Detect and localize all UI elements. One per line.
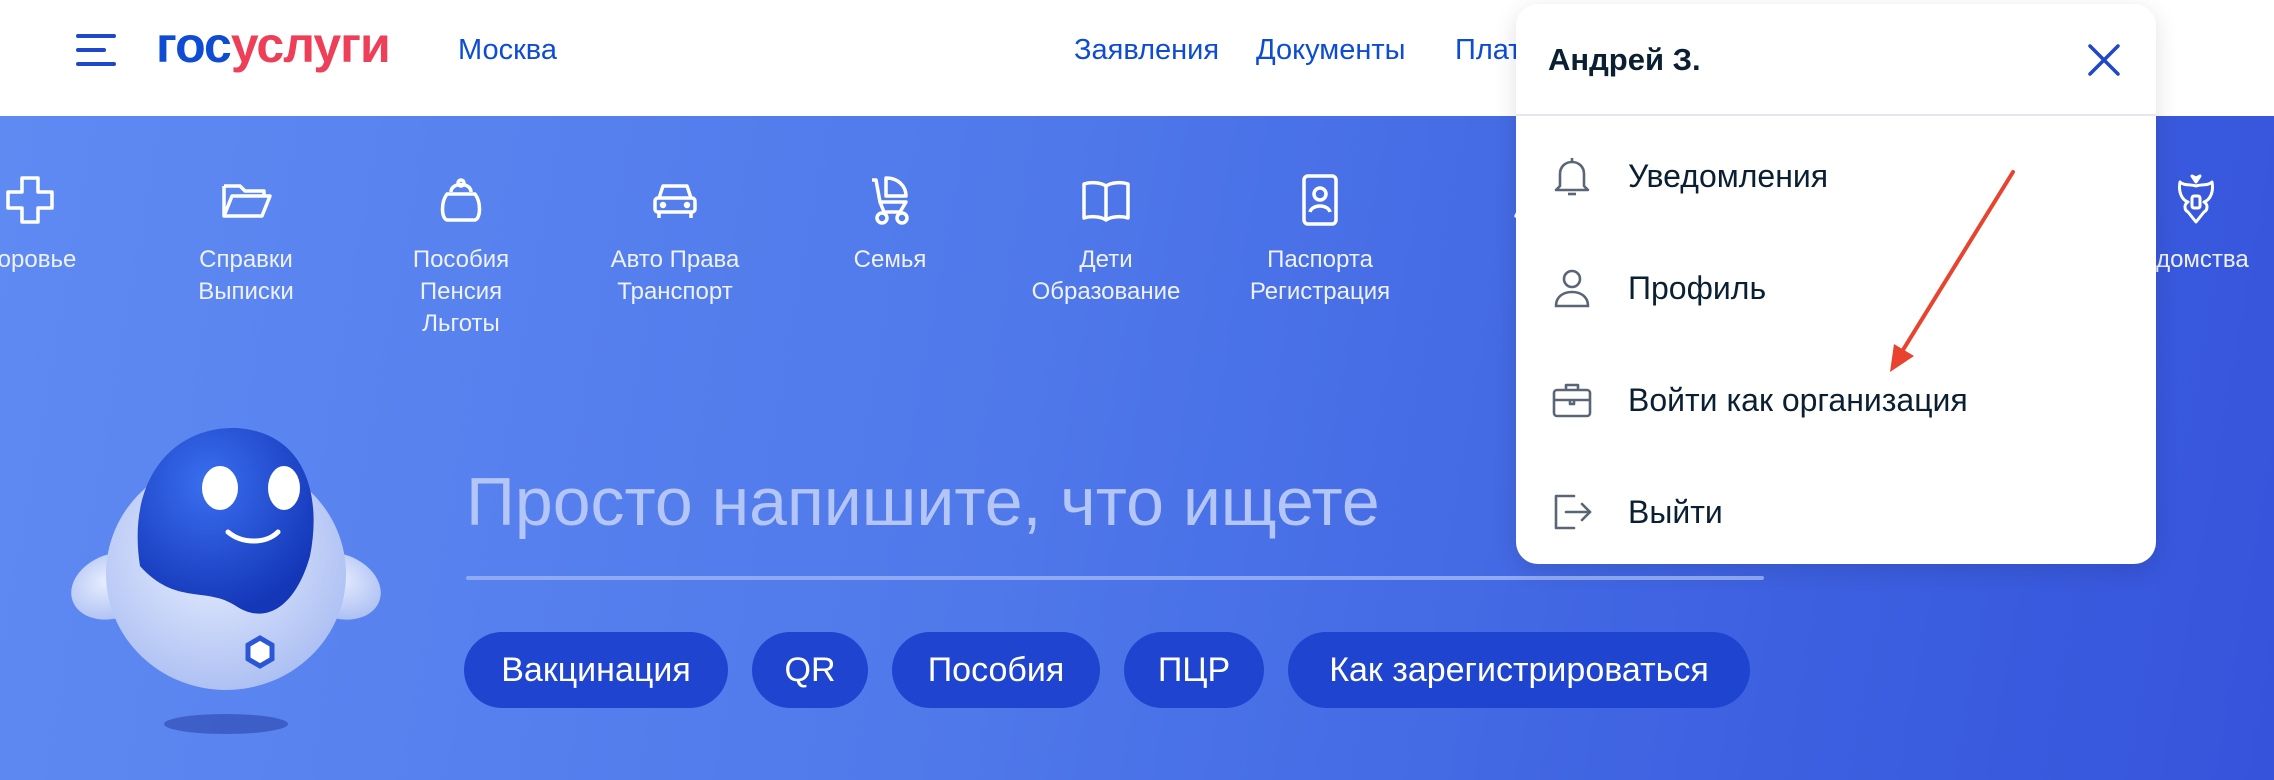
nav-link-payments[interactable]: Плат [1455, 34, 1517, 67]
user-menu-header: Андрей З. [1516, 4, 2156, 116]
gosuslugi-logo[interactable]: госуслуги [156, 16, 391, 74]
category-label: Паспорта [1267, 246, 1373, 273]
category-label: Образование [1031, 278, 1181, 305]
logo-part-gos: гос [156, 17, 232, 73]
category-label: Пенсия [419, 278, 503, 305]
category-label: Справки [199, 246, 293, 273]
menu-item-logout[interactable]: Выйти [1516, 456, 2156, 568]
burger-menu-icon[interactable] [76, 34, 118, 68]
health-cross-icon [6, 176, 54, 224]
category-certificates[interactable]: Справки Выписки [146, 172, 346, 308]
money-purse-icon [440, 178, 482, 222]
menu-item-profile[interactable]: Профиль [1516, 232, 2156, 344]
category-children[interactable]: Дети Образование [1006, 172, 1206, 308]
briefcase-icon [1552, 383, 1592, 418]
user-menu-dropdown: Андрей З. Уведомления Профиль Войти как … [1516, 4, 2156, 564]
bell-icon [1554, 158, 1590, 196]
chip-vaccination[interactable]: Вакцинация [464, 632, 728, 708]
menu-item-label: Профиль [1628, 270, 1767, 306]
category-passports[interactable]: Паспорта Регистрация [1220, 172, 1420, 308]
book-icon [1082, 180, 1130, 222]
search-underline [466, 576, 1764, 580]
nav-link-applications[interactable]: Заявления [1074, 34, 1219, 67]
stroller-icon [872, 176, 909, 225]
category-label: Пособия [412, 246, 510, 273]
chip-qr[interactable]: QR [752, 632, 868, 708]
menu-item-login-as-organization[interactable]: Войти как организация [1516, 344, 2156, 456]
user-icon [1554, 269, 1590, 308]
category-label: Дети [1079, 246, 1133, 273]
category-label: Выписки [198, 278, 294, 305]
menu-item-label: Выйти [1628, 494, 1723, 530]
robot-assistant-mascot[interactable] [66, 406, 386, 746]
menu-item-label: Войти как организация [1628, 382, 1968, 418]
nav-link-documents[interactable]: Документы [1256, 34, 1406, 67]
category-label: Транспорт [617, 278, 733, 305]
logout-icon [1554, 494, 1592, 530]
category-label: Регистрация [1249, 278, 1391, 305]
category-family[interactable]: Семья [790, 172, 990, 276]
category-label: Семья [853, 246, 927, 273]
car-icon [653, 184, 697, 218]
category-label: доровье [0, 246, 77, 273]
nav-link-payments-clip: Плат [1455, 0, 1517, 116]
menu-item-notifications[interactable]: Уведомления [1516, 120, 2156, 232]
folder-icon [222, 184, 272, 218]
logo-part-uslugi: услуги [230, 17, 391, 73]
close-icon[interactable] [2084, 40, 2124, 80]
chip-how-to-register[interactable]: Как зарегистрироваться [1288, 632, 1750, 708]
category-health[interactable]: доровье [0, 172, 130, 276]
chip-pcr[interactable]: ПЦР [1124, 632, 1264, 708]
category-label: Льготы [422, 310, 500, 337]
chip-benefits[interactable]: Пособия [892, 632, 1100, 708]
passport-icon [1302, 174, 1338, 226]
category-label: Авто Права [610, 246, 740, 273]
city-selector[interactable]: Москва [458, 34, 557, 67]
category-auto[interactable]: Авто Права Транспорт [575, 172, 775, 308]
category-benefits[interactable]: Пособия Пенсия Льготы [361, 172, 561, 340]
menu-item-label: Уведомления [1628, 158, 1829, 194]
coat-of-arms-icon [2178, 174, 2214, 224]
user-name: Андрей З. [1548, 42, 1701, 77]
